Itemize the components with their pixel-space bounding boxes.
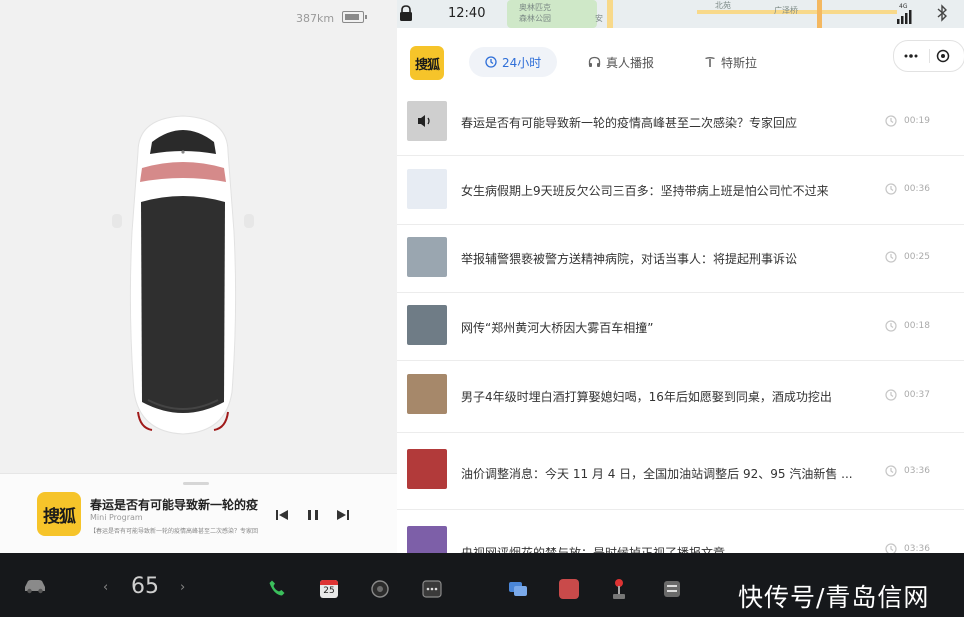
- news-item[interactable]: 油价调整消息：今天 11 月 4 日，全国加油站调整后 92、95 汽油新售 .…: [397, 433, 964, 510]
- news-thumbnail: [407, 169, 447, 209]
- news-headline: 女生病假期上9天班反欠公司三百多：坚持带病上班是怕公司忙不过来: [461, 184, 829, 198]
- news-duration: 00:36: [904, 184, 930, 194]
- news-thumbnail: [407, 374, 447, 414]
- news-item[interactable]: 女生病假期上9天班反欠公司三百多：坚持带病上班是怕公司忙不过来 00:36: [397, 156, 964, 225]
- map-label: 森林公园: [519, 14, 551, 23]
- news-duration: 00:19: [904, 116, 930, 126]
- clock-icon: [885, 320, 897, 332]
- news-duration: 00:25: [904, 252, 930, 262]
- toolbox-icon[interactable]: [662, 579, 682, 599]
- battery-fill: [345, 14, 359, 20]
- tab-label: 24小时: [502, 55, 542, 70]
- news-duration: 00:18: [904, 321, 930, 331]
- map-label: 广泽桥: [774, 6, 798, 15]
- car-top-view-image[interactable]: [108, 112, 258, 442]
- headphones-icon: [588, 56, 601, 67]
- mini-program-capsule: [893, 40, 964, 72]
- bluetooth-icon[interactable]: [937, 4, 947, 22]
- temp-down-chevron-icon[interactable]: ‹: [103, 580, 108, 595]
- clock-icon: [885, 183, 897, 195]
- tab-label: 真人播报: [606, 55, 655, 70]
- news-duration: 03:36: [904, 466, 930, 476]
- clock-icon: [885, 543, 897, 553]
- news-thumbnail: [407, 305, 447, 345]
- clock-icon: [485, 56, 497, 68]
- clock-icon: [885, 115, 897, 127]
- range-readout: 387km: [296, 12, 335, 25]
- next-track-icon[interactable]: [335, 507, 351, 523]
- audio-playing-icon: [418, 115, 430, 127]
- news-item[interactable]: 男子4年级时埋白酒打算娶媳妇喝，16年后如愿娶到同桌，酒成功挖出 00:37: [397, 361, 964, 433]
- news-headline: 油价调整消息：今天 11 月 4 日，全国加油站调整后 92、95 汽油新售 .…: [461, 467, 853, 481]
- news-item[interactable]: 春运是否有可能导致新一轮的疫情高峰甚至二次感染？专家回应 00:19: [397, 88, 964, 156]
- map-label: 奥林匹克: [519, 3, 551, 12]
- temp-up-chevron-icon[interactable]: ›: [180, 580, 185, 595]
- music-title: 春运是否有可能导致新一轮的疫情: [90, 498, 258, 512]
- phone-icon[interactable]: [268, 579, 286, 597]
- temperature-value: 65: [131, 574, 159, 599]
- car-icon[interactable]: [22, 578, 48, 594]
- tab-tesla[interactable]: 特斯拉: [688, 47, 773, 77]
- calendar-icon[interactable]: 25: [320, 580, 338, 598]
- network-label: 4G: [899, 3, 908, 10]
- music-app-logo: 搜狐: [37, 492, 81, 536]
- clock-icon: [885, 251, 897, 263]
- messages-icon[interactable]: [508, 580, 528, 598]
- news-item[interactable]: 举报辅警猥亵被警方送精神病院，对话当事人：将提起刑事诉讼 00:25: [397, 225, 964, 293]
- clock-icon: [885, 389, 897, 401]
- camera-icon[interactable]: [370, 579, 390, 599]
- sohu-logo: 搜狐: [410, 46, 444, 80]
- clock-icon: [885, 465, 897, 477]
- news-thumbnail: [407, 449, 447, 489]
- capsule-divider: [929, 49, 930, 63]
- app-header: 搜狐 24小时 真人播报 特斯拉: [397, 28, 964, 88]
- news-thumbnail: [407, 237, 447, 277]
- tab-voice-broadcast[interactable]: 真人播报: [572, 47, 670, 77]
- joystick-icon[interactable]: [612, 578, 626, 600]
- news-headline: 春运是否有可能导致新一轮的疫情高峰甚至二次感染？专家回应: [461, 116, 798, 130]
- watermark-text: 快传号/青岛信网: [738, 583, 930, 612]
- news-headline: 男子4年级时埋白酒打算娶媳妇喝，16年后如愿娶到同桌，酒成功挖出: [461, 390, 832, 404]
- music-app-icon[interactable]: [559, 579, 579, 599]
- calendar-day: 25: [323, 586, 335, 596]
- news-item[interactable]: 央视网评烟花的禁与放：是时候掉正视了播报文章 03:36: [397, 510, 964, 553]
- map-label: 北苑: [715, 1, 731, 10]
- news-duration: 03:36: [904, 544, 930, 553]
- music-subtitle: Mini Program: [90, 513, 143, 522]
- news-headline: 央视网评烟花的禁与放：是时候掉正视了播报文章: [461, 546, 726, 553]
- map-label: 安: [595, 14, 603, 23]
- drag-handle[interactable]: [183, 482, 209, 485]
- news-panel: 奥林匹克 森林公园 安 广泽桥 北苑 12:40 4G 搜狐 24小时 真人播报…: [397, 0, 964, 553]
- news-thumbnail: [407, 526, 447, 553]
- music-detail: 【春运是否有可能导致新一轮的疫情高峰甚至二次感染？专家回应】: [90, 528, 258, 535]
- news-headline: 举报辅警猥亵被警方送精神病院，对话当事人：将提起刑事诉讼: [461, 252, 798, 266]
- tab-label: 特斯拉: [721, 55, 758, 70]
- news-item[interactable]: 网传“郑州黄河大桥因大雾百车相撞” 00:18: [397, 293, 964, 361]
- previous-track-icon[interactable]: [274, 507, 290, 523]
- car-panel: 387km: [0, 0, 398, 553]
- more-icon[interactable]: [903, 50, 919, 62]
- tab-24-hours[interactable]: 24小时: [469, 47, 558, 77]
- news-duration: 00:37: [904, 390, 930, 400]
- tesla-icon: [705, 57, 715, 67]
- lock-icon[interactable]: [399, 5, 413, 21]
- close-target-icon[interactable]: [936, 49, 950, 63]
- more-apps-icon[interactable]: [422, 580, 442, 598]
- battery-icon: [342, 11, 367, 23]
- news-headline: 网传“郑州黄河大桥因大雾百车相撞”: [461, 321, 654, 335]
- pause-icon[interactable]: [305, 507, 321, 523]
- clock-time: 12:40: [448, 6, 486, 21]
